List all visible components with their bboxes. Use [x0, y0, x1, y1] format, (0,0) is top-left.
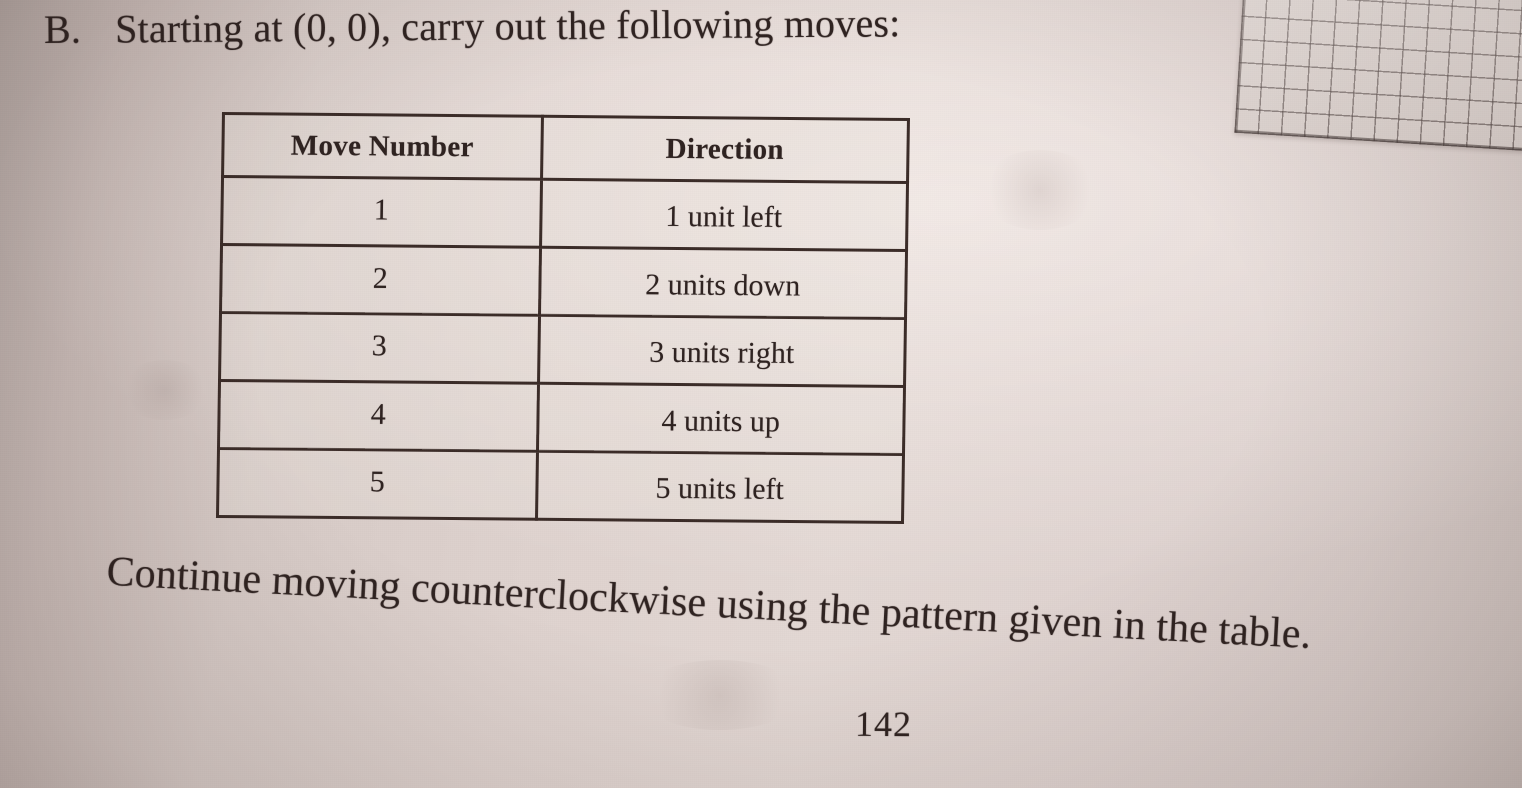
- worksheet-page-photo: B. Starting at (0, 0), carry out the foll…: [0, 0, 1522, 788]
- cell-move-number: 2: [220, 244, 541, 316]
- page-number: 142: [854, 703, 913, 745]
- cell-move-number: 3: [219, 312, 540, 384]
- prompt-line: B. Starting at (0, 0), carry out the foll…: [44, 0, 901, 53]
- cell-direction: 4 units up: [537, 383, 905, 455]
- table-row: 1 1 unit left: [221, 176, 908, 251]
- table-row: 5 5 units left: [217, 448, 904, 523]
- table-row: 2 2 units down: [220, 244, 907, 319]
- cell-move-number: 1: [221, 176, 542, 248]
- cell-direction: 5 units left: [536, 451, 904, 523]
- prompt-label: B.: [43, 6, 82, 52]
- column-header-move-number: Move Number: [222, 113, 542, 180]
- cell-direction: 1 unit left: [540, 179, 908, 251]
- column-header-direction: Direction: [541, 116, 909, 183]
- cell-move-number: 5: [217, 448, 538, 520]
- table-row: 4 4 units up: [218, 380, 905, 455]
- cell-direction: 2 units down: [539, 247, 907, 319]
- graph-paper-icon: [1234, 0, 1522, 154]
- table-row: 3 3 units right: [219, 312, 906, 387]
- table-header-row: Move Number Direction: [222, 113, 909, 183]
- cell-move-number: 4: [218, 380, 539, 452]
- moves-table: Move Number Direction 1 1 unit left 2 2 …: [216, 112, 910, 523]
- cell-direction: 3 units right: [538, 315, 906, 387]
- prompt-text: Starting at (0, 0), carry out the follow…: [114, 0, 901, 52]
